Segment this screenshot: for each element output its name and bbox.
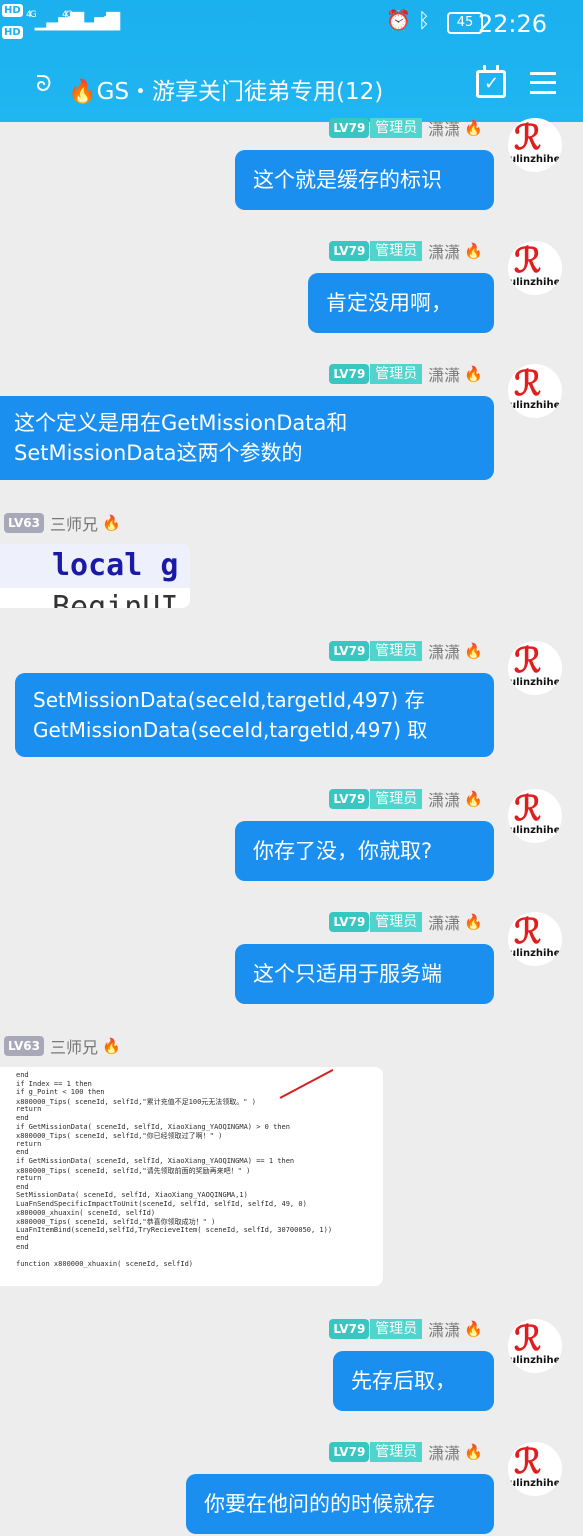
sender-meta: LV79 管理员 潇潇 🔥 [329,787,483,810]
bluetooth-icon: ᛒ [418,8,430,32]
sender-meta: LV79 管理员 潇潇 🔥 [329,910,483,933]
code-line: x800000_Tips( sceneId, selfId,"请先领取前面的奖励… [16,1166,251,1175]
fire-icon: 🔥 [102,514,121,532]
avatar[interactable]: ℛulinzhihe [508,912,562,966]
code-line: LuaFnSendSpecificImpactToUnit(sceneId, s… [16,1200,307,1208]
fire-icon: 🔥 [464,1443,483,1461]
logo-mark: ℛ [514,364,542,404]
code-line: end [16,1148,29,1157]
chat-title-bar: ᘐ 🔥GS・游享关门徒弟专用(12) [0,62,583,112]
sender-meta: LV79 管理员 潇潇 🔥 [329,1317,483,1340]
status-bar: HD HD 4G▁▃▅▇ 4G▁▃▅▇ ≋ ⏰ ᛒ 45 22:26 [0,0,583,48]
code-line: end [16,1114,29,1122]
avatar[interactable]: ℛulinzhihe [508,118,562,172]
hd-badge: HD [2,26,23,39]
logo-mark: ℛ [514,912,542,952]
code-line: end [16,1071,29,1079]
code-line: x800000_Tips( sceneId, selfId,"累计充值不足100… [16,1097,256,1106]
code-line: LuaFnItemBind(sceneId,selfId,TryRecieveI… [16,1225,333,1234]
code-line: x800000_xhuaxin( sceneId, selfId) [16,1208,156,1217]
avatar[interactable]: ℛulinzhihe [508,641,562,695]
code-line: end [16,1234,29,1243]
alarm-icon: ⏰ [386,8,411,32]
image-message[interactable]: local g BeginUI [0,544,190,608]
logo-mark: ℛ [514,241,542,281]
fire-icon: 🔥 [464,242,483,260]
message-bubble[interactable]: 你要在他问的的时候就存 [186,1474,494,1534]
code-line: end [16,1243,29,1251]
message-bubble[interactable]: SetMissionData(seceId,targetId,497) 存 Ge… [15,673,494,757]
fire-icon: 🔥 [464,790,483,808]
sender-meta: LV63 三师兄 🔥 [4,511,121,534]
message-bubble[interactable]: 这个只适用于服务端 [235,944,494,1004]
fire-icon: 🔥 [464,642,483,660]
sender-meta: LV79 管理员 潇潇 🔥 [329,1440,483,1463]
sender-meta: LV79 管理员 潇潇 🔥 [329,239,483,262]
menu-icon[interactable] [530,72,556,94]
avatar[interactable]: ℛulinzhihe [508,241,562,295]
logo-mark: ℛ [514,1319,542,1359]
logo-mark: ℛ [514,789,542,829]
message-bubble[interactable]: 这个定义是用在GetMissionData和 SetMissionData这两个… [0,396,494,480]
code-line: if g_Point < 100 then [16,1088,105,1097]
avatar[interactable]: ℛulinzhihe [508,789,562,843]
sender-meta: LV79 管理员 潇潇 🔥 [329,116,483,139]
red-arrow [279,1068,334,1099]
logo-mark: ℛ [514,118,542,158]
top-bar: HD HD 4G▁▃▅▇ 4G▁▃▅▇ ≋ ⏰ ᛒ 45 22:26 ᘐ 🔥GS… [0,0,583,122]
fire-icon: 🔥 [464,119,483,137]
message-bubble[interactable]: 这个就是缓存的标识 [235,150,494,210]
sender-meta: LV63 三师兄 🔥 [4,1034,121,1057]
code-line: if GetMissionData( sceneId, selfId, Xiao… [16,1122,290,1131]
code-line: x800000_Tips( sceneId, selfId,"你已经领取过了啊！… [16,1132,223,1141]
wifi-icon: ≋ [102,8,119,32]
sender-meta: LV79 管理员 潇潇 🔥 [329,362,483,385]
fire-icon: 🔥 [464,1320,483,1338]
code-line: SetMissionData( sceneId, selfId, XiaoXia… [16,1191,248,1200]
sender-meta: LV79 管理员 潇潇 🔥 [329,639,483,662]
logo-mark: ℛ [514,641,542,681]
avatar[interactable]: ℛulinzhihe [508,364,562,418]
code-line: end [16,1182,29,1191]
code-line: return [16,1139,42,1148]
hd-badge: HD [2,4,23,17]
code-line: return [16,1105,42,1114]
fire-icon: 🔥 [464,913,483,931]
avatar[interactable]: ℛulinzhihe [508,1319,562,1373]
message-bubble[interactable]: 你存了没，你就取? [235,821,494,881]
code-line: return [16,1174,42,1183]
ear-icon[interactable]: ᘐ [36,72,52,97]
chat-title: 🔥GS・游享关门徒弟专用(12) [68,79,384,105]
fire-icon: 🔥 [464,365,483,383]
clock: 22:26 [477,10,547,38]
message-bubble[interactable]: 先存后取， [333,1351,494,1411]
fire-icon: 🔥 [102,1037,121,1055]
message-bubble[interactable]: 肯定没用啊， [308,273,494,333]
code-line: function x800000_xhuaxin( sceneId, selfI… [16,1260,194,1269]
code-line: if Index == 1 then [16,1079,92,1088]
code-line: if GetMissionData( sceneId, selfId, Xiao… [16,1157,295,1165]
logo-mark: ℛ [514,1442,542,1482]
code-screenshot-image[interactable]: end if Index == 1 then if g_Point < 100 t… [0,1067,383,1286]
avatar[interactable]: ℛulinzhihe [508,1442,562,1496]
calendar-check-icon[interactable] [476,65,506,98]
